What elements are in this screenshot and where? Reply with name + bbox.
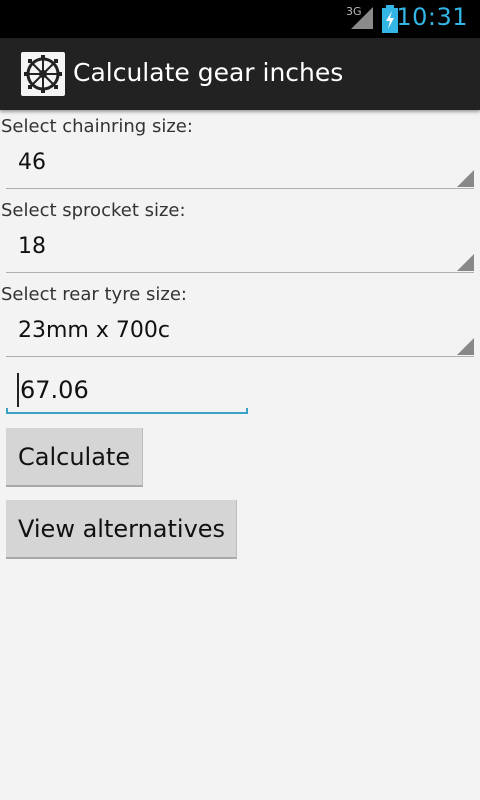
bicycle-gear-icon [24, 55, 62, 93]
status-bar: 3G 10:31 [0, 0, 480, 38]
main-content: Select chainring size: 46 Select sprocke… [0, 110, 480, 800]
field-underline [6, 408, 248, 414]
gear-inches-value: 67.06 [20, 376, 89, 404]
chainring-value: 46 [18, 150, 46, 175]
dropdown-arrow-icon [457, 254, 474, 271]
sprocket-value: 18 [18, 234, 46, 259]
calculate-button[interactable]: Calculate [6, 428, 143, 487]
tyre-label: Select rear tyre size: [1, 284, 187, 305]
clock: 10:31 [396, 3, 468, 31]
action-bar: Calculate gear inches [0, 38, 480, 110]
gear-inches-field[interactable]: 67.06 [6, 366, 248, 414]
chainring-label: Select chainring size: [1, 116, 193, 137]
signal-icon [351, 7, 373, 29]
view-alternatives-button[interactable]: View alternatives [6, 500, 237, 559]
dropdown-arrow-icon [457, 170, 474, 187]
tyre-value: 23mm x 700c [18, 318, 170, 343]
sprocket-spinner[interactable]: 18 [6, 224, 474, 273]
sprocket-label: Select sprocket size: [1, 200, 186, 221]
app-title: Calculate gear inches [73, 58, 344, 87]
text-cursor [17, 373, 19, 407]
app-icon[interactable] [21, 52, 65, 96]
tyre-spinner[interactable]: 23mm x 700c [6, 308, 474, 357]
chainring-spinner[interactable]: 46 [6, 140, 474, 189]
dropdown-arrow-icon [457, 338, 474, 355]
